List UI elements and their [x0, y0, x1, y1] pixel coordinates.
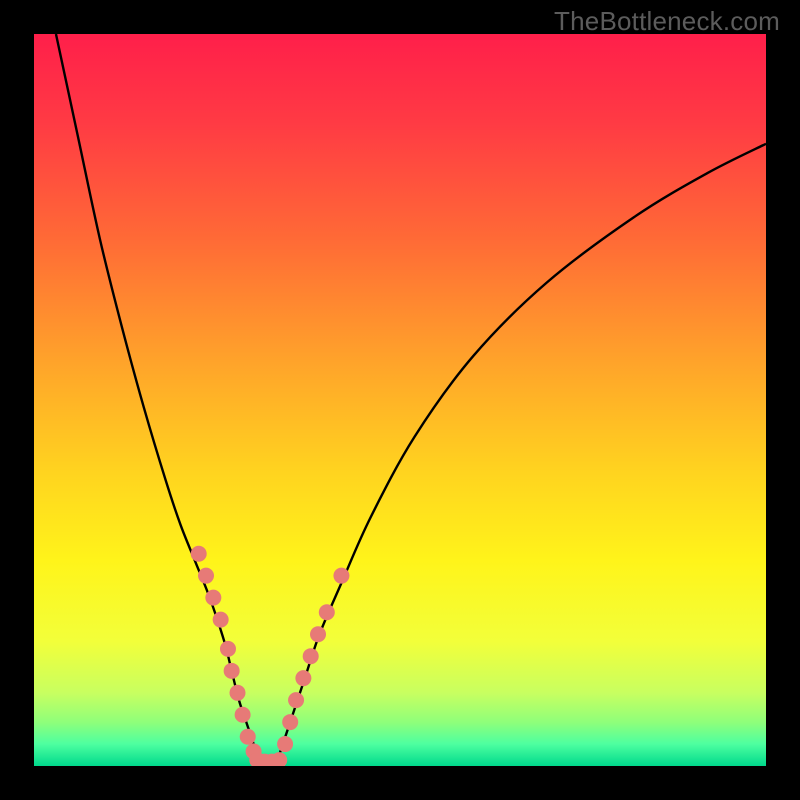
data-point: [224, 663, 240, 679]
data-point: [220, 641, 236, 657]
data-point: [333, 568, 349, 584]
plot-area: [34, 34, 766, 766]
chart-frame: TheBottleneck.com: [0, 0, 800, 800]
curve-right: [276, 144, 766, 766]
data-point: [310, 626, 326, 642]
curves-layer: [34, 34, 766, 766]
data-point: [235, 707, 251, 723]
data-point: [230, 685, 246, 701]
data-point: [198, 568, 214, 584]
data-point: [319, 604, 335, 620]
data-point: [282, 714, 298, 730]
data-point: [295, 670, 311, 686]
data-point: [303, 648, 319, 664]
data-point: [277, 736, 293, 752]
data-points: [191, 546, 350, 766]
data-point: [213, 612, 229, 628]
data-point: [191, 546, 207, 562]
data-point: [240, 729, 256, 745]
data-point: [205, 590, 221, 606]
watermark-text: TheBottleneck.com: [554, 6, 780, 37]
data-point: [288, 692, 304, 708]
